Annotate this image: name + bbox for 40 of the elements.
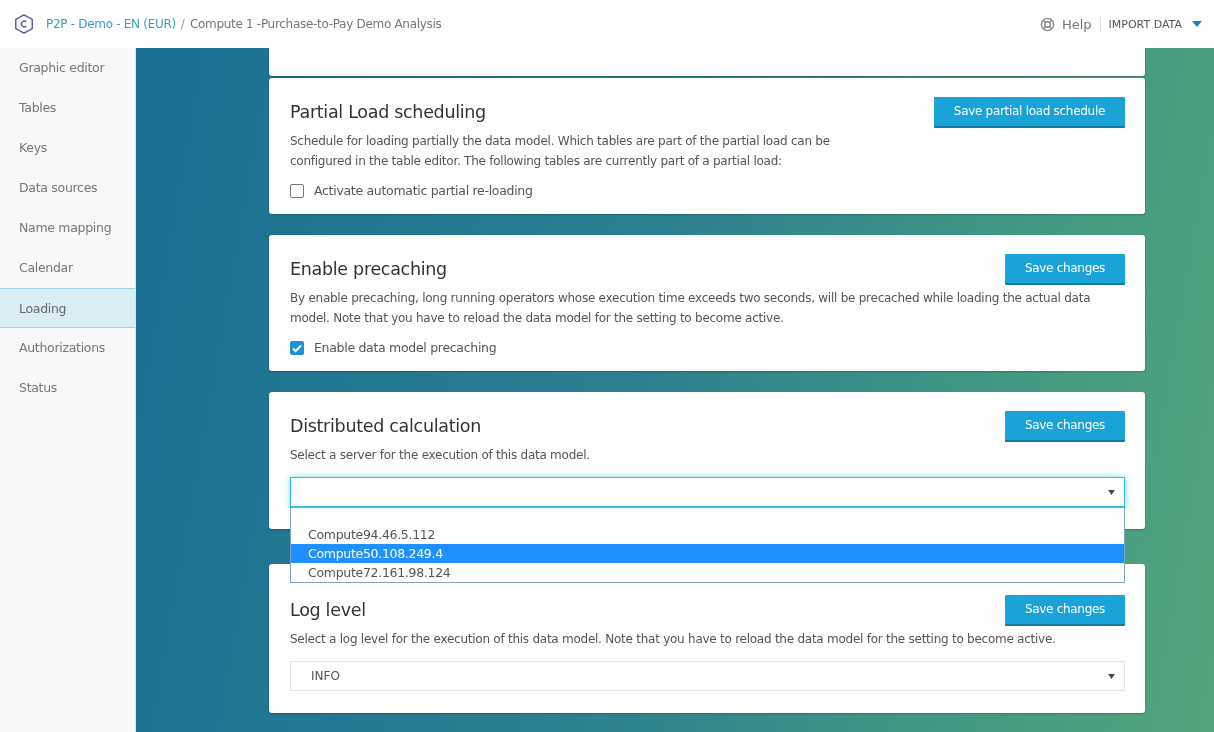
checkbox-label: Enable data model precaching [314, 340, 497, 355]
lifebuoy-icon [1039, 16, 1055, 32]
checkbox-label: Activate automatic partial re-loading [314, 183, 533, 198]
dropdown-option[interactable]: Compute72.161.98.124 [291, 563, 1124, 582]
section-description: Select a log level for the execution of this data model. Note that you have to reload the data model for the setting to become active. [290, 631, 1057, 648]
dropdown-option[interactable]: Compute50.108.249.4 [291, 544, 1124, 563]
select-field[interactable]: INFO [290, 661, 1125, 691]
sidebar-item[interactable]: Name mapping [0, 208, 135, 248]
breadcrumb-current: Compute 1 -Purchase-to-Pay Demo Analysis [189, 17, 442, 31]
section-description: Schedule for loading partially the data model. Which tables are part of the partial load can be configured in the table editor. The following tables are currently part of a partial load: [290, 133, 831, 170]
save-button[interactable]: Save changes [1004, 594, 1125, 626]
sidebar-item[interactable]: Graphic editor [0, 48, 135, 88]
section-description: Select a server for the execution of this data model. [290, 447, 591, 464]
section-title: Partial Load scheduling [290, 102, 486, 122]
dropdown-option[interactable]: Compute94.46.5.112 [291, 525, 1124, 544]
sidebar-item[interactable]: Calendar [0, 248, 135, 288]
logo-icon [13, 13, 35, 35]
dropdown-arrow-icon [1108, 489, 1115, 495]
sidebar-item[interactable]: Status [0, 368, 135, 408]
section-title: Enable precaching [290, 259, 447, 279]
select-field[interactable] [290, 477, 1125, 507]
sidebar-item[interactable]: Loading [0, 288, 135, 328]
caret-icon [1192, 21, 1202, 27]
help-link[interactable]: Help [1061, 16, 1101, 32]
sidebar-item[interactable]: Tables [0, 88, 135, 128]
save-button[interactable]: Save partial load schedule [933, 96, 1125, 128]
save-button[interactable]: Save changes [1004, 410, 1125, 442]
sidebar-item[interactable]: Keys [0, 128, 135, 168]
import-data-button[interactable]: IMPORT DATA [1100, 17, 1202, 31]
sidebar-item[interactable]: Authorizations [0, 328, 135, 368]
section-title: Log level [290, 600, 366, 620]
dropdown-arrow-icon [1108, 673, 1115, 679]
sidebar-item[interactable]: Data sources [0, 168, 135, 208]
checkbox[interactable] [290, 340, 304, 355]
section-description: By enable precaching, long running operators whose execution time exceeds two seconds, will be precached while loading the actual data model. Note that you have to reload the data model for the setting to become active. [290, 290, 1092, 327]
section-title: Distributed calculation [290, 416, 481, 436]
breadcrumb-link[interactable]: P2P - Demo - EN (EUR) [46, 17, 176, 31]
checkbox[interactable] [290, 183, 304, 198]
breadcrumb-separator: / [180, 17, 185, 31]
save-button[interactable]: Save changes [1004, 253, 1125, 285]
